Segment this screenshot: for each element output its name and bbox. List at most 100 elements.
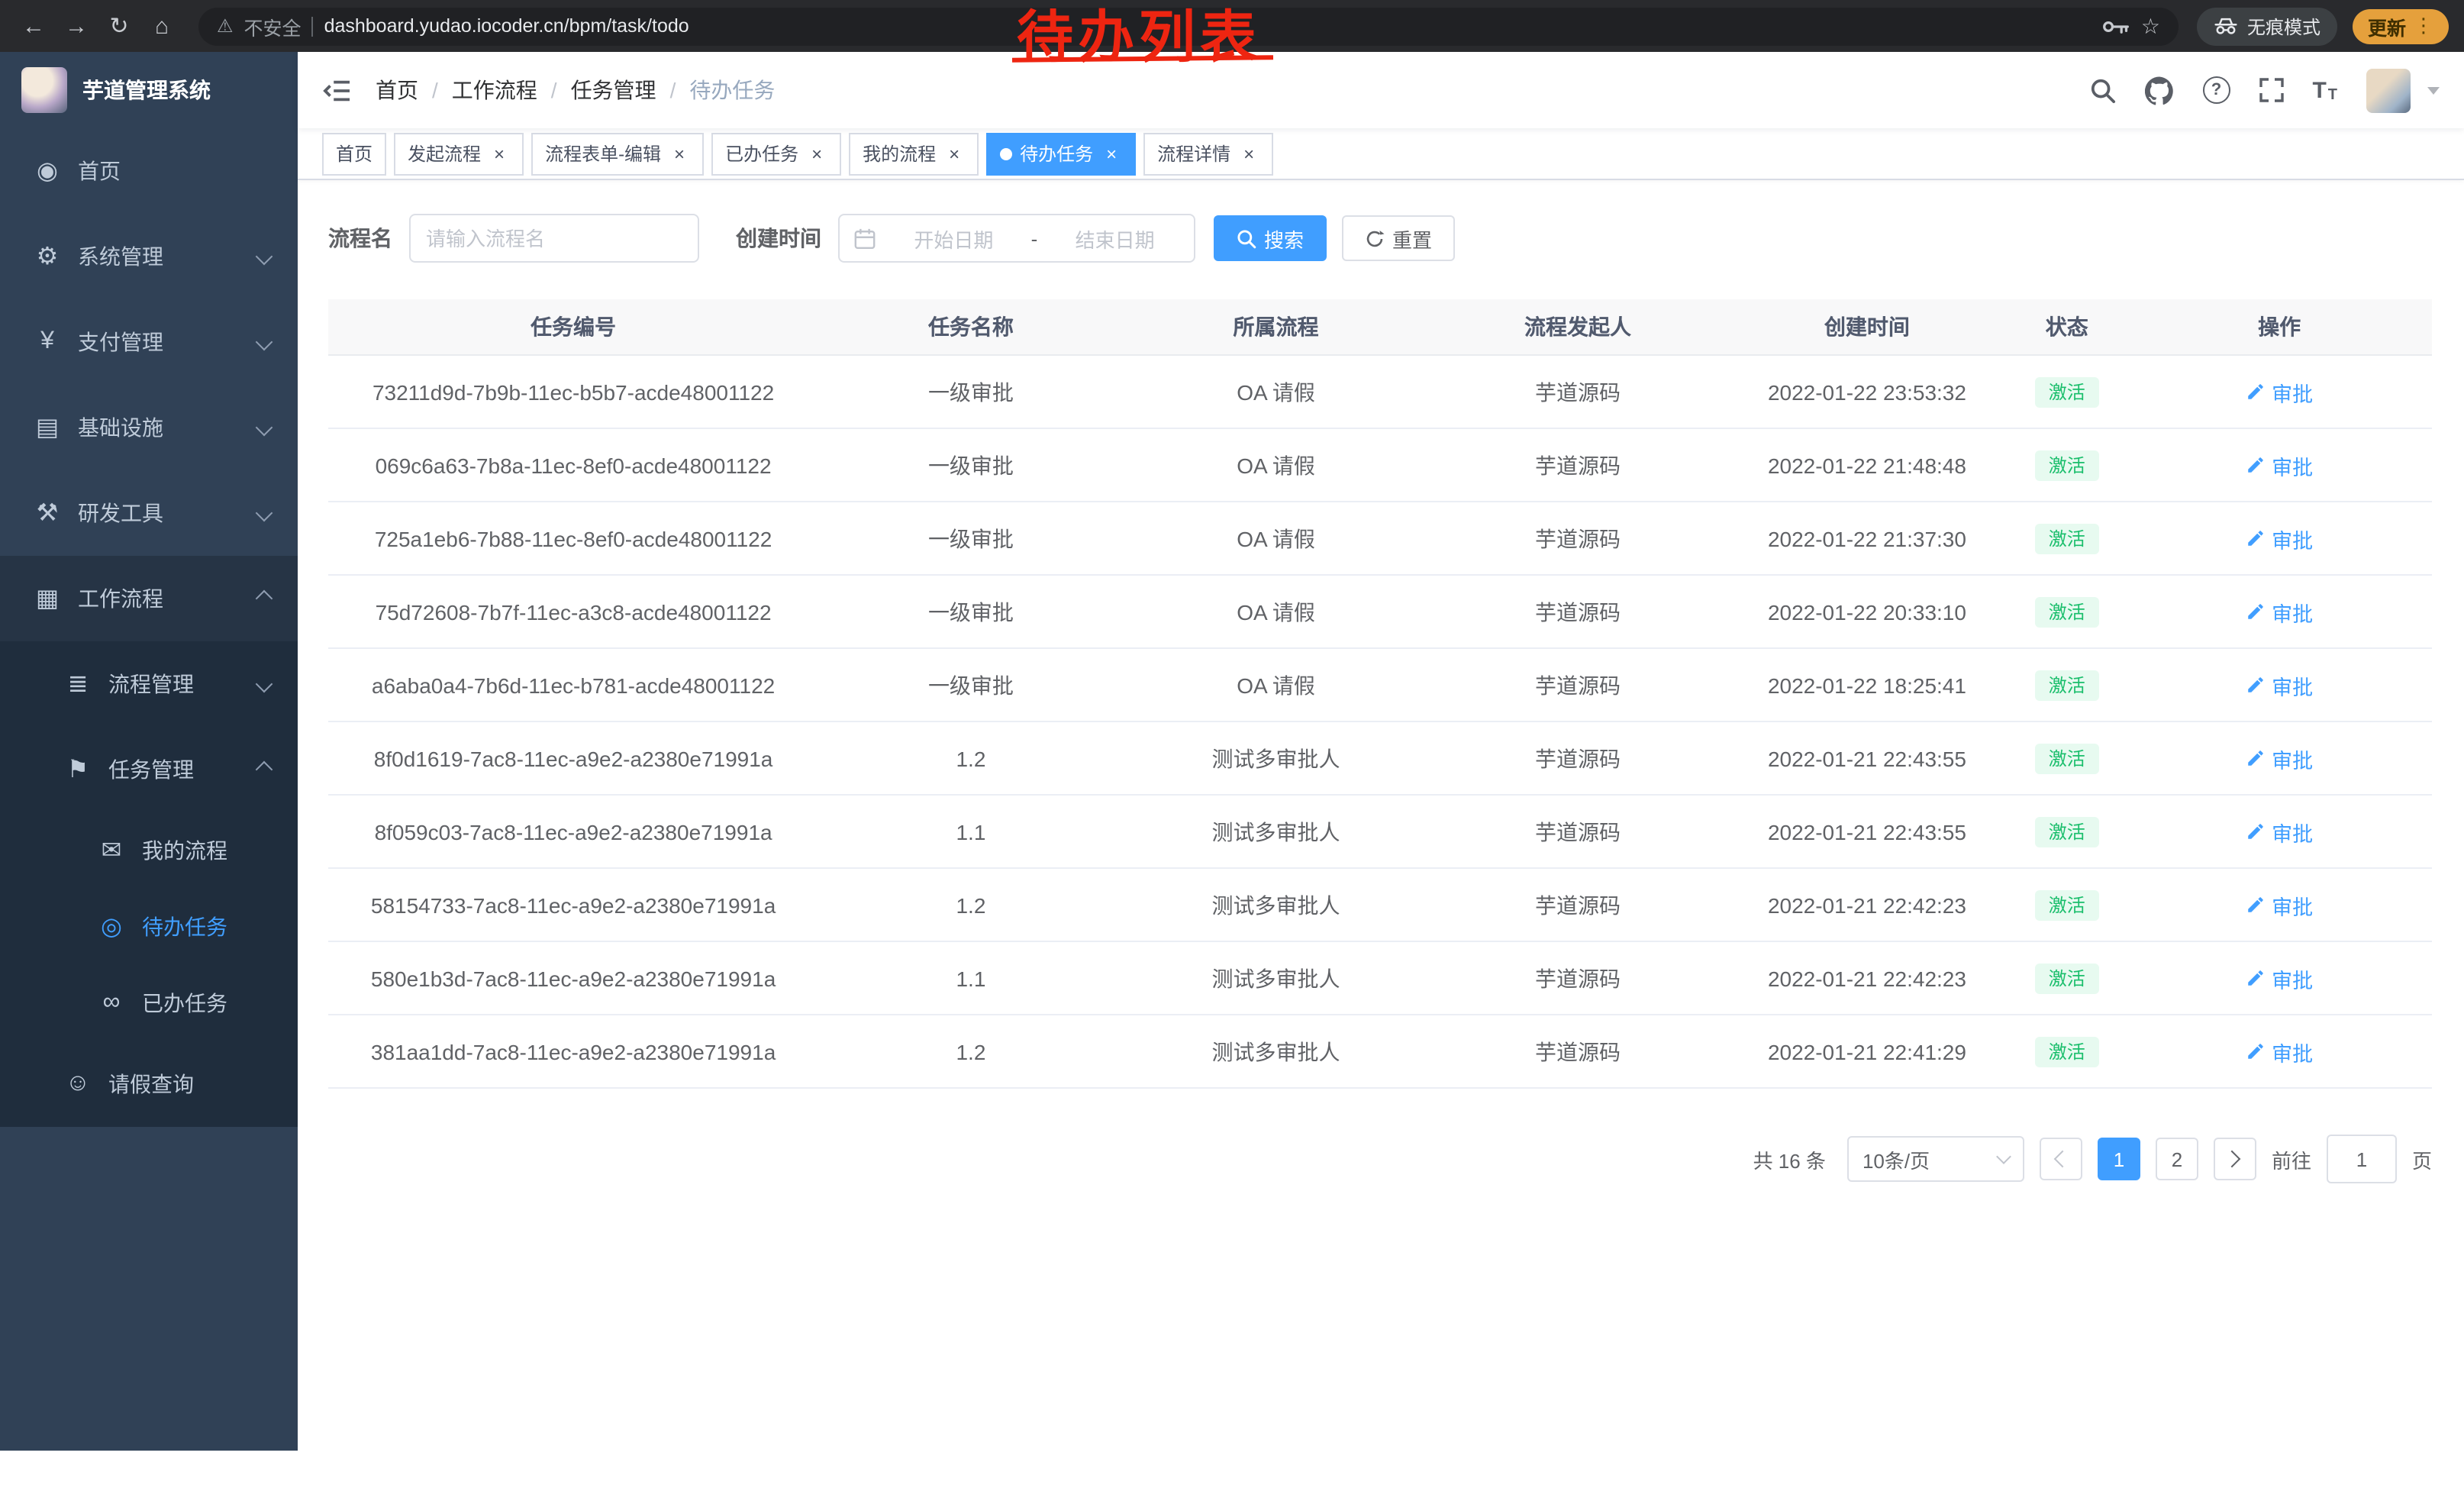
next-page-button[interactable] [2214, 1138, 2256, 1180]
approve-link[interactable]: 审批 [2246, 376, 2313, 407]
update-button[interactable]: 更新 ⋮ [2353, 8, 2449, 44]
sidebar-menu-item[interactable]: ▤ 基础设施 [0, 385, 298, 470]
tab[interactable]: 首页 [322, 132, 386, 175]
sidebar-menu-item[interactable]: ⚙ 系统管理 [0, 214, 298, 299]
sidebar-collapse-icon[interactable] [322, 77, 351, 103]
sidebar-menu-item[interactable]: ∞ 已办任务 [0, 965, 298, 1041]
tab[interactable]: 待办任务 [986, 132, 1136, 175]
cell-task-id: 725a1eb6-7b88-11ec-8ef0-acde48001122 [328, 502, 818, 575]
prev-page-button[interactable] [2040, 1138, 2082, 1180]
sidebar-menu-item[interactable]: ✉ 我的流程 [0, 812, 298, 889]
page-numbers: 1 2 [2098, 1138, 2198, 1180]
breadcrumb-item[interactable]: 工作流程 [452, 75, 537, 105]
incognito-badge: 无痕模式 [2197, 7, 2337, 45]
sidebar-menu-item[interactable]: ☺ 请假查询 [0, 1041, 298, 1127]
tab-close-icon[interactable] [489, 143, 510, 164]
approve-link[interactable]: 审批 [2246, 743, 2313, 773]
tab-close-icon[interactable] [806, 143, 827, 164]
sidebar-menu-item[interactable]: ◎ 待办任务 [0, 889, 298, 965]
page-size-select[interactable]: 10条/页 [1847, 1136, 2024, 1182]
sidebar-menu-item[interactable]: ⚒ 研发工具 [0, 470, 298, 556]
approve-link[interactable]: 审批 [2246, 596, 2313, 627]
process-name-input[interactable] [409, 214, 699, 263]
page-number-button[interactable]: 1 [2098, 1138, 2140, 1180]
approve-label: 审批 [2272, 963, 2313, 993]
cell-initiator: 芋道源码 [1428, 575, 1727, 648]
tab-close-icon[interactable] [1238, 143, 1259, 164]
cell-create-time: 2022-01-22 20:33:10 [1727, 575, 2008, 648]
tab[interactable]: 我的流程 [849, 132, 979, 175]
reset-button[interactable]: 重置 [1342, 215, 1455, 261]
approve-link[interactable]: 审批 [2246, 963, 2313, 993]
cell-task-id: 381aa1dd-7ac8-11ec-a9e2-a2380e71991a [328, 1015, 818, 1088]
tab-close-icon[interactable] [943, 143, 965, 164]
breadcrumb: 首页 工作流程 任务管理 [376, 75, 775, 105]
help-icon[interactable] [2202, 76, 2230, 104]
tab-label: 已办任务 [725, 140, 798, 166]
approve-label: 审批 [2272, 889, 2313, 920]
caret-down-icon[interactable] [2427, 86, 2440, 94]
fullscreen-icon[interactable] [2259, 78, 2283, 102]
sidebar-menu-item[interactable]: ◉ 首页 [0, 128, 298, 214]
pagination: 共 16 条 10条/页 1 2 [328, 1135, 2432, 1244]
tab[interactable]: 流程表单-编辑 [531, 132, 704, 175]
breadcrumb-item[interactable]: 首页 [376, 75, 418, 105]
cell-process: 测试多审批人 [1124, 795, 1429, 868]
breadcrumb-item[interactable]: 待办任务 [689, 75, 775, 105]
tab-close-icon[interactable] [669, 143, 690, 164]
sidebar-menu: ◉ 首页 ⚙ 系统管理 ¥ 支付管理 [0, 128, 298, 1127]
sidebar-menu-item[interactable]: ¥ 支付管理 [0, 299, 298, 385]
security-label[interactable]: 不安全 [244, 11, 302, 40]
search-button[interactable]: 搜索 [1214, 215, 1327, 261]
browser-back-button[interactable]: ← [15, 8, 52, 44]
browser-reload-button[interactable]: ↻ [101, 8, 137, 44]
key-icon[interactable] [2103, 18, 2130, 34]
user-avatar[interactable] [2366, 68, 2411, 112]
status-badge: 激活 [2035, 376, 2099, 407]
edit-icon [2246, 455, 2266, 475]
github-icon[interactable] [2144, 76, 2173, 105]
search-icon[interactable] [2089, 77, 2115, 103]
cell-create-time: 2022-01-21 22:41:29 [1727, 1015, 2008, 1088]
chevron-down-icon [1996, 1149, 2011, 1164]
date-range-picker[interactable]: 开始日期 - 结束日期 [838, 214, 1195, 263]
bookmark-star-icon[interactable]: ☆ [2141, 13, 2160, 39]
menu-item-label: 支付管理 [78, 327, 163, 357]
font-size-icon[interactable] [2312, 77, 2337, 103]
column-header: 操作 [2127, 299, 2432, 355]
tab[interactable]: 已办任务 [711, 132, 841, 175]
app-logo[interactable]: 芋道管理系统 [0, 52, 298, 128]
goto-page-input[interactable] [2327, 1135, 2397, 1183]
cell-create-time: 2022-01-21 22:42:23 [1727, 868, 2008, 941]
approve-label: 审批 [2272, 450, 2313, 480]
approve-link[interactable]: 审批 [2246, 889, 2313, 920]
approve-link[interactable]: 审批 [2246, 523, 2313, 554]
approve-label: 审批 [2272, 523, 2313, 554]
approve-link[interactable]: 审批 [2246, 816, 2313, 847]
approve-link[interactable]: 审批 [2246, 670, 2313, 700]
approve-link[interactable]: 审批 [2246, 1036, 2313, 1067]
menu-item-label: 首页 [78, 156, 121, 186]
menu-item-label: 待办任务 [142, 912, 227, 942]
sidebar-menu-item[interactable]: ⚑ 任务管理 [0, 727, 298, 812]
edit-icon [2246, 968, 2266, 988]
cell-action: 审批 [2127, 868, 2432, 941]
tab[interactable]: 流程详情 [1143, 132, 1273, 175]
approve-link[interactable]: 审批 [2246, 450, 2313, 480]
menu-item-icon: ◉ [31, 156, 64, 186]
tab-close-icon[interactable] [1101, 143, 1122, 164]
sidebar-menu-item[interactable]: ≣ 流程管理 [0, 641, 298, 727]
breadcrumb-item[interactable]: 任务管理 [571, 75, 656, 105]
browser-forward-button[interactable]: → [58, 8, 95, 44]
sidebar-menu-item[interactable]: ▦ 工作流程 [0, 556, 298, 641]
menu-item-label: 我的流程 [142, 835, 227, 866]
browser-menu-icon[interactable]: ⋮ [2414, 14, 2433, 38]
cell-action: 审批 [2127, 721, 2432, 795]
page-number-button[interactable]: 2 [2156, 1138, 2198, 1180]
tab[interactable]: 发起流程 [394, 132, 524, 175]
page-size-value: 10条/页 [1863, 1144, 1930, 1173]
browser-home-button[interactable]: ⌂ [144, 8, 180, 44]
cell-task-name: 1.1 [818, 941, 1124, 1015]
tab-label: 待办任务 [1020, 140, 1093, 166]
cell-create-time: 2022-01-21 22:43:55 [1727, 721, 2008, 795]
